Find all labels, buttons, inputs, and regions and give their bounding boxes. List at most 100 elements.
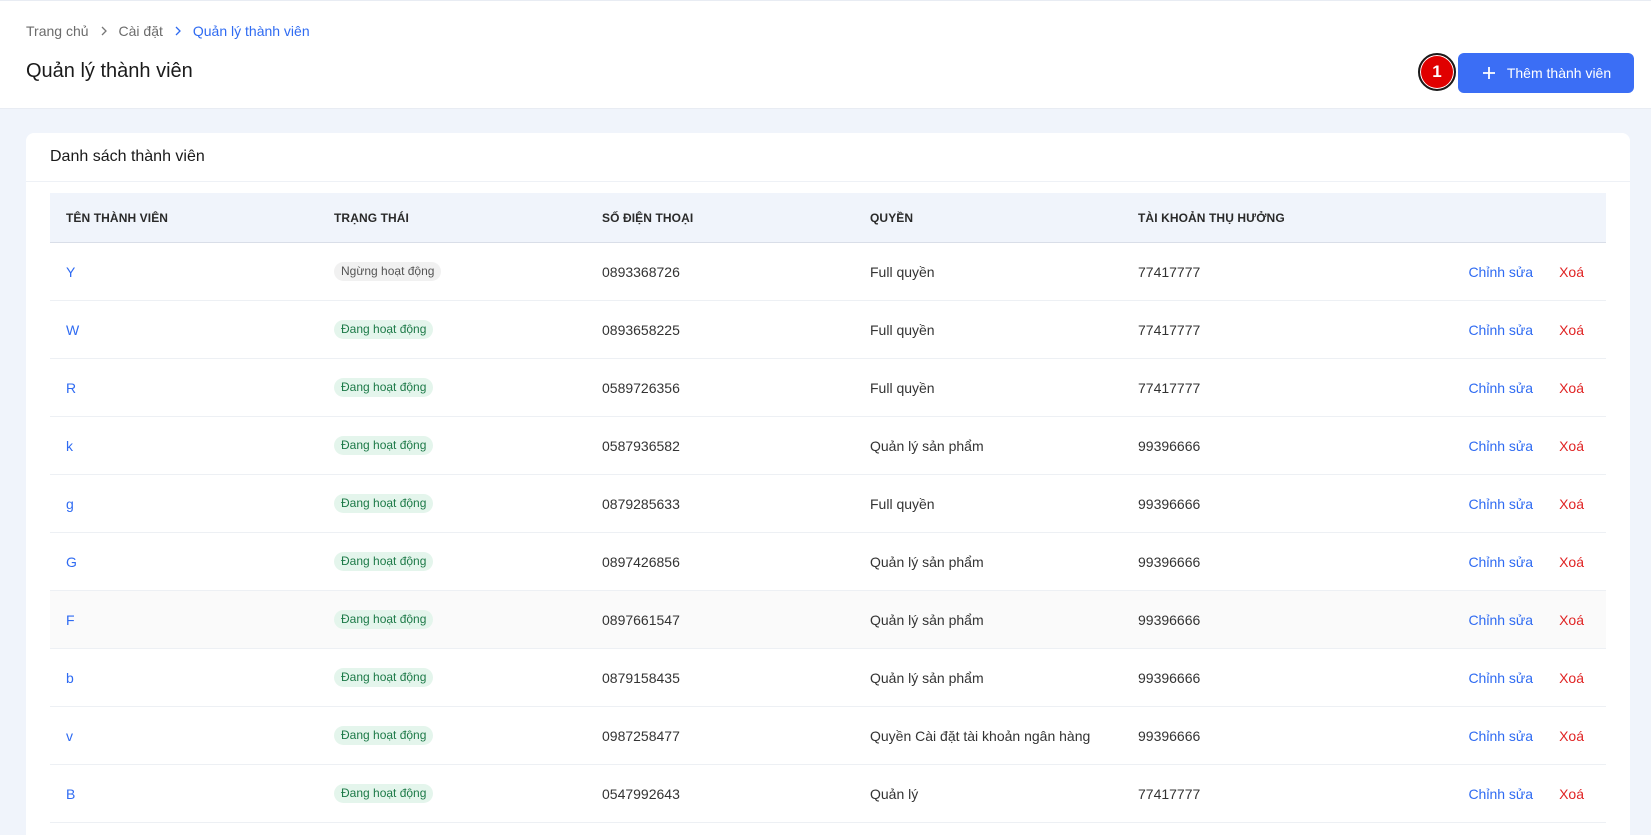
phone-cell: 0897426856 [602, 553, 680, 570]
account-cell: 77417777 [1138, 263, 1201, 280]
delete-button[interactable]: Xoá [1559, 554, 1584, 570]
chevron-right-icon [173, 26, 183, 36]
phone-cell: 0987258477 [602, 727, 680, 744]
status-badge: Đang hoạt động [334, 668, 434, 687]
member-name-link[interactable]: k [66, 438, 73, 454]
delete-button[interactable]: Xoá [1559, 322, 1584, 338]
phone-cell: 0893368726 [602, 263, 680, 280]
table-row: Y Ngừng hoạt động 0893368726 Full quyền 7741… [50, 243, 1606, 301]
phone-cell: 0893658225 [602, 321, 680, 338]
role-cell: Quản lý sản phẩm [870, 611, 984, 628]
table-row: g Đang hoạt động 0879285633 Full quyền 99396… [50, 475, 1606, 533]
add-member-button-label: Thêm thành viên [1506, 65, 1612, 81]
table-row: W Đang hoạt động 0893658225 Full quyền 77417… [50, 301, 1606, 359]
status-badge: Ngừng hoạt động [334, 262, 442, 281]
page-title: Quản lý thành viên [26, 60, 193, 82]
member-name-link[interactable]: v [66, 728, 73, 744]
phone-cell: 0879158435 [602, 669, 680, 686]
column-header-phone: SỐ ĐIỆN THOẠI [602, 210, 694, 225]
actions-cell: Chỉnh sửa Xoá [1390, 786, 1606, 802]
account-cell: 99396666 [1138, 611, 1201, 628]
column-header-status: TRẠNG THÁI [334, 210, 409, 225]
actions-cell: Chỉnh sửa Xoá [1390, 438, 1606, 454]
role-cell: Quản lý sản phẩm [870, 669, 984, 686]
table-row: R Đang hoạt động 0589726356 Full quyền 77417… [50, 359, 1606, 417]
member-name-link[interactable]: g [66, 496, 74, 512]
edit-button[interactable]: Chỉnh sửa [1468, 786, 1533, 802]
edit-button[interactable]: Chỉnh sửa [1468, 380, 1533, 396]
breadcrumb: Trang chủ Cài đặt Quản lý thành viên [26, 21, 310, 41]
member-name-link[interactable]: Y [66, 264, 75, 280]
actions-cell: Chỉnh sửa Xoá [1390, 554, 1606, 570]
role-cell: Full quyền [870, 379, 935, 396]
card-title: Danh sách thành viên [50, 148, 205, 165]
edit-button[interactable]: Chỉnh sửa [1468, 612, 1533, 628]
delete-button[interactable]: Xoá [1559, 786, 1584, 802]
card-divider [26, 181, 1630, 182]
edit-button[interactable]: Chỉnh sửa [1468, 322, 1533, 338]
member-table: TÊN THÀNH VIÊN TRẠNG THÁI SỐ ĐIỆN THOẠI … [50, 193, 1606, 823]
delete-button[interactable]: Xoá [1559, 438, 1584, 454]
member-name-link[interactable]: B [66, 786, 75, 802]
delete-button[interactable]: Xoá [1559, 728, 1584, 744]
status-badge: Đang hoạt động [334, 726, 434, 745]
member-name-link[interactable]: R [66, 380, 76, 396]
actions-cell: Chỉnh sửa Xoá [1390, 322, 1606, 338]
status-badge: Đang hoạt động [334, 436, 434, 455]
chevron-right-icon [99, 26, 109, 36]
actions-cell: Chỉnh sửa Xoá [1390, 264, 1606, 280]
account-cell: 99396666 [1138, 437, 1201, 454]
delete-button[interactable]: Xoá [1559, 496, 1584, 512]
account-cell: 99396666 [1138, 553, 1201, 570]
delete-button[interactable]: Xoá [1559, 612, 1584, 628]
role-cell: Full quyền [870, 321, 935, 338]
table-row: B Đang hoạt động 0547992643 Quản lý 77417777… [50, 765, 1606, 823]
page-header: Trang chủ Cài đặt Quản lý thành viên Quả… [0, 0, 1651, 109]
member-name-link[interactable]: W [66, 322, 79, 338]
edit-button[interactable]: Chỉnh sửa [1468, 554, 1533, 570]
actions-cell: Chỉnh sửa Xoá [1390, 728, 1606, 744]
delete-button[interactable]: Xoá [1559, 380, 1584, 396]
phone-cell: 0547992643 [602, 785, 680, 802]
account-cell: 99396666 [1138, 669, 1201, 686]
member-name-link[interactable]: F [66, 612, 75, 628]
table-body: Y Ngừng hoạt động 0893368726 Full quyền 7741… [50, 243, 1606, 823]
table-row: F Đang hoạt động 0897661547 Quản lý sản phẩ… [50, 591, 1606, 649]
plus-icon [1482, 67, 1495, 79]
table-row: G Đang hoạt động 0897426856 Quản lý sản phẩ… [50, 533, 1606, 591]
status-badge: Đang hoạt động [334, 552, 434, 571]
column-header-name: TÊN THÀNH VIÊN [66, 210, 169, 225]
breadcrumb-home[interactable]: Trang chủ [26, 23, 89, 39]
column-header-role: QUYỀN [870, 210, 914, 225]
role-cell: Full quyền [870, 263, 935, 280]
edit-button[interactable]: Chỉnh sửa [1468, 438, 1533, 454]
phone-cell: 0589726356 [602, 379, 680, 396]
role-cell: Quản lý [870, 785, 919, 802]
edit-button[interactable]: Chỉnh sửa [1468, 264, 1533, 280]
edit-button[interactable]: Chỉnh sửa [1468, 670, 1533, 686]
role-cell: Quản lý sản phẩm [870, 553, 984, 570]
account-cell: 77417777 [1138, 785, 1201, 802]
add-member-button[interactable]: Thêm thành viên [1458, 53, 1634, 93]
edit-button[interactable]: Chỉnh sửa [1468, 728, 1533, 744]
member-name-link[interactable]: b [66, 670, 74, 686]
delete-button[interactable]: Xoá [1559, 670, 1584, 686]
status-badge: Đang hoạt động [334, 610, 434, 629]
breadcrumb-current: Quản lý thành viên [192, 23, 310, 39]
status-badge: Đang hoạt động [334, 784, 434, 803]
account-cell: 99396666 [1138, 495, 1201, 512]
status-badge: Đang hoạt động [334, 494, 434, 513]
column-header-account: TÀI KHOẢN THỤ HƯỞNG [1138, 210, 1285, 225]
breadcrumb-settings[interactable]: Cài đặt [119, 23, 163, 39]
role-cell: Quyền Cài đặt tài khoản ngân hàng [870, 727, 1091, 744]
phone-cell: 0879285633 [602, 495, 680, 512]
member-name-link[interactable]: G [66, 554, 77, 570]
status-badge: Đang hoạt động [334, 320, 434, 339]
status-badge: Đang hoạt động [334, 378, 434, 397]
edit-button[interactable]: Chỉnh sửa [1468, 496, 1533, 512]
phone-cell: 0897661547 [602, 611, 680, 628]
table-row: k Đang hoạt động 0587936582 Quản lý sản phẩ… [50, 417, 1606, 475]
account-cell: 77417777 [1138, 321, 1201, 338]
delete-button[interactable]: Xoá [1559, 264, 1584, 280]
account-cell: 99396666 [1138, 727, 1201, 744]
